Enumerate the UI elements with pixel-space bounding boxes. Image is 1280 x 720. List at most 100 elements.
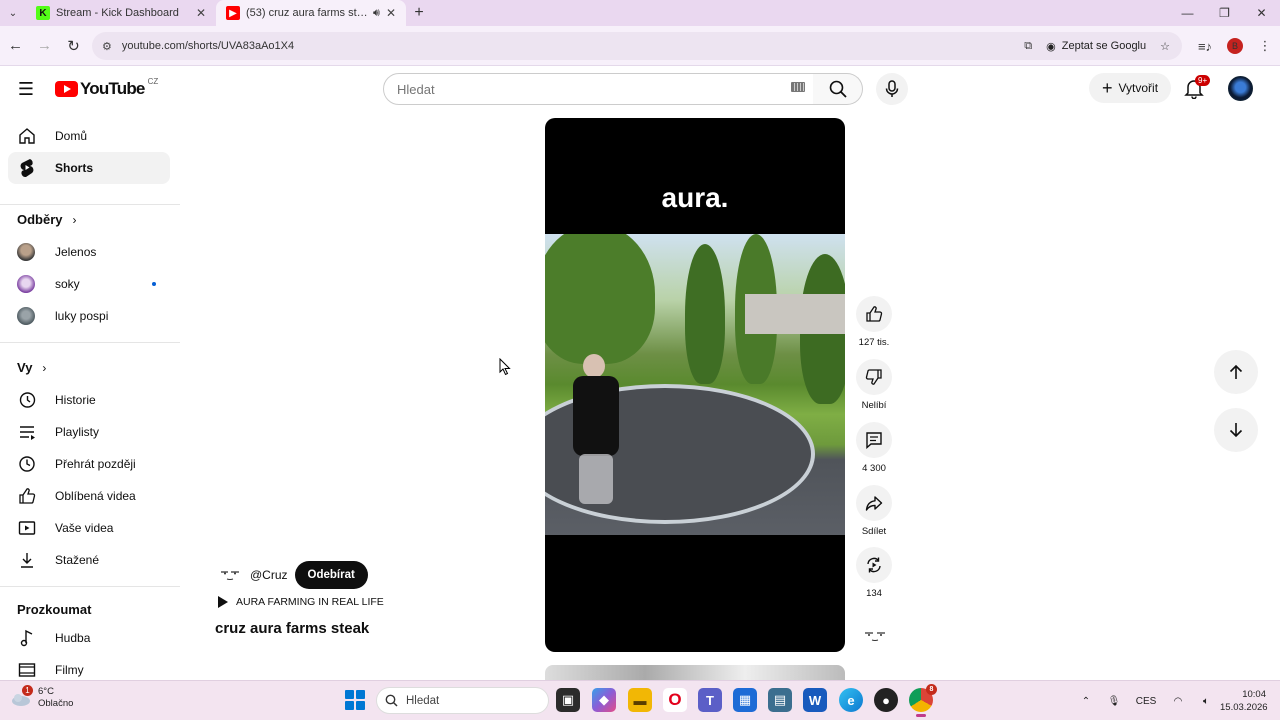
close-tab-icon[interactable]: ✕ xyxy=(386,6,396,20)
install-app-icon[interactable]: ⧉ xyxy=(1024,40,1032,53)
sidebar-item-label: Filmy xyxy=(55,663,84,677)
remix-count: 134 xyxy=(866,588,882,599)
wifi-icon[interactable]: ◠ xyxy=(1164,696,1192,707)
sidebar-item-luky-pospi[interactable]: luky pospi xyxy=(8,300,170,332)
thumbs-up-icon xyxy=(17,486,37,506)
address-bar[interactable]: ⚙︎ youtube.com/shorts/UVA83aAo1X4 ⧉ ◉ Ze… xyxy=(92,32,1182,60)
explore-heading-label: Prozkoumat xyxy=(17,602,92,617)
close-tab-icon[interactable]: ✕ xyxy=(196,6,206,20)
sound-avatar[interactable] xyxy=(862,626,888,646)
next-short-button[interactable] xyxy=(1214,408,1258,452)
channel-avatar[interactable] xyxy=(218,563,242,587)
restore-icon[interactable]: ❐ xyxy=(1206,0,1243,26)
windows-logo-tile xyxy=(345,701,354,710)
bookmark-star-icon[interactable]: ☆ xyxy=(1160,40,1170,53)
shorts-video-player[interactable]: aura. xyxy=(545,118,845,652)
search-input[interactable]: Hledat xyxy=(383,73,814,105)
chrome-icon[interactable]: 8 xyxy=(909,684,937,717)
browser-menu-icon[interactable]: ⋮ xyxy=(1250,38,1280,54)
forward-arrow-icon[interactable]: → xyxy=(30,26,59,66)
close-window-icon[interactable]: ✕ xyxy=(1243,0,1280,26)
like-action: 127 tis. xyxy=(852,296,896,348)
taskbar-search[interactable]: Hledat xyxy=(376,687,549,714)
subscriptions-heading[interactable]: Odběry › xyxy=(17,212,77,227)
subscriptions-heading-label: Odběry xyxy=(17,212,63,227)
clock[interactable]: 10:04 15.03.2026 xyxy=(1220,688,1280,714)
youtube-logo[interactable]: YouTube CZ xyxy=(55,77,158,99)
channel-name[interactable]: @Cruz xyxy=(250,568,288,582)
language-indicator[interactable]: CES xyxy=(1128,696,1164,707)
edge-icon[interactable]: e xyxy=(839,688,863,712)
tab-kick-dashboard[interactable]: K Stream - Kick Dashboard ✕ xyxy=(26,0,216,26)
like-button[interactable] xyxy=(856,296,892,332)
related-video-tag[interactable]: AURA FARMING IN REAL LIFE xyxy=(218,596,384,608)
sidebar-item-label: luky pospi xyxy=(55,309,109,323)
notifications-button[interactable]: 9+ xyxy=(1183,75,1211,101)
task-view-icon[interactable]: ▣ xyxy=(556,688,580,712)
search-placeholder: Hledat xyxy=(397,81,435,97)
davinci-resolve-icon[interactable]: ● xyxy=(874,688,898,712)
youtube-play-icon xyxy=(55,81,78,97)
sidebar-item-label: Jelenos xyxy=(55,245,97,259)
reload-icon[interactable]: ↻ xyxy=(59,26,88,66)
opera-icon[interactable]: O xyxy=(663,688,687,712)
previous-short-button[interactable] xyxy=(1214,350,1258,394)
microphone-icon[interactable]: 🎙︎ xyxy=(1100,696,1128,707)
sidebar-item-your-videos[interactable]: Vaše videa xyxy=(8,512,170,544)
new-content-dot xyxy=(152,282,156,286)
sidebar-item-playlists[interactable]: Playlisty xyxy=(8,416,170,448)
sidebar-item-music[interactable]: Hudba xyxy=(8,622,170,654)
dislike-button[interactable] xyxy=(856,359,892,395)
share-button[interactable] xyxy=(856,485,892,521)
back-arrow-icon[interactable]: ← xyxy=(1,26,30,66)
word-icon[interactable]: W xyxy=(803,688,827,712)
sidebar-item-shorts[interactable]: Shorts xyxy=(8,152,170,184)
sidebar-item-label: Hudba xyxy=(55,631,91,645)
url-text[interactable]: youtube.com/shorts/UVA83aAo1X4 xyxy=(122,40,1024,52)
notification-badge: 9+ xyxy=(1195,75,1211,86)
windows-taskbar: 1 6°C Oblačno Hledat ▣ ◆ ▬ O T ▦ ▤ W e ●… xyxy=(0,680,1280,720)
sidebar-item-history[interactable]: Historie xyxy=(8,384,170,416)
logo-text: YouTube xyxy=(80,79,145,98)
hamburger-menu-icon[interactable]: ☰ xyxy=(16,79,36,99)
sidebar-item-jelenos[interactable]: Jelenos xyxy=(8,236,170,268)
profile-avatar[interactable]: B xyxy=(1227,38,1243,54)
remix-button[interactable] xyxy=(856,547,892,583)
site-settings-icon[interactable]: ⚙︎ xyxy=(102,40,112,53)
widgets-news-icon[interactable]: ◆ xyxy=(592,688,616,712)
audio-playing-icon[interactable]: 🔊︎ xyxy=(373,7,380,20)
tab-youtube-short[interactable]: ▶ (53) cruz aura farms steak - 🔊︎ ✕ xyxy=(216,0,406,26)
weather-text: 6°C Oblačno xyxy=(38,686,73,710)
new-tab-button[interactable]: + xyxy=(406,4,432,22)
share-label: Sdílet xyxy=(861,526,887,537)
chevron-up-icon[interactable]: ⌃ xyxy=(1072,696,1100,707)
sidebar-item-watch-later[interactable]: Přehrát později xyxy=(8,448,170,480)
tab-search-chevron-icon[interactable]: ⌄ xyxy=(0,0,26,26)
create-button[interactable]: + Vytvořit xyxy=(1089,73,1171,103)
windows-logo-tile xyxy=(356,701,365,710)
file-explorer-icon[interactable]: ▬ xyxy=(628,688,652,712)
sidebar-item-home[interactable]: Domů xyxy=(8,120,170,152)
sidebar-item-liked-videos[interactable]: Oblíbená videa xyxy=(8,480,170,512)
voice-search-button[interactable] xyxy=(876,73,908,105)
ask-google-button[interactable]: ◉ Zeptat se Googlu xyxy=(1046,40,1146,53)
store-icon[interactable]: ▦ xyxy=(733,688,757,712)
comments-button[interactable] xyxy=(856,422,892,458)
sidebar-item-downloads[interactable]: Stažené xyxy=(8,544,170,576)
start-button[interactable] xyxy=(345,690,365,710)
you-heading[interactable]: Vy › xyxy=(17,360,46,375)
calculator-icon[interactable]: ▤ xyxy=(768,688,792,712)
media-control-icon[interactable]: ≡♪ xyxy=(1190,39,1220,54)
weather-widget[interactable]: 1 6°C Oblačno xyxy=(10,685,73,710)
subscribe-button[interactable]: Odebírat xyxy=(294,561,368,589)
search-button[interactable] xyxy=(813,73,863,105)
volume-icon[interactable]: 🔈︎ xyxy=(1192,696,1220,707)
teams-icon[interactable]: T xyxy=(698,688,722,712)
minimize-icon[interactable]: — xyxy=(1169,0,1206,26)
keyboard-icon[interactable] xyxy=(791,82,805,92)
remix-icon xyxy=(867,557,881,573)
account-avatar[interactable] xyxy=(1228,76,1253,101)
sidebar-item-soky[interactable]: soky xyxy=(8,268,170,300)
next-short-preview[interactable] xyxy=(545,665,845,680)
time: 10:04 xyxy=(1242,689,1266,700)
